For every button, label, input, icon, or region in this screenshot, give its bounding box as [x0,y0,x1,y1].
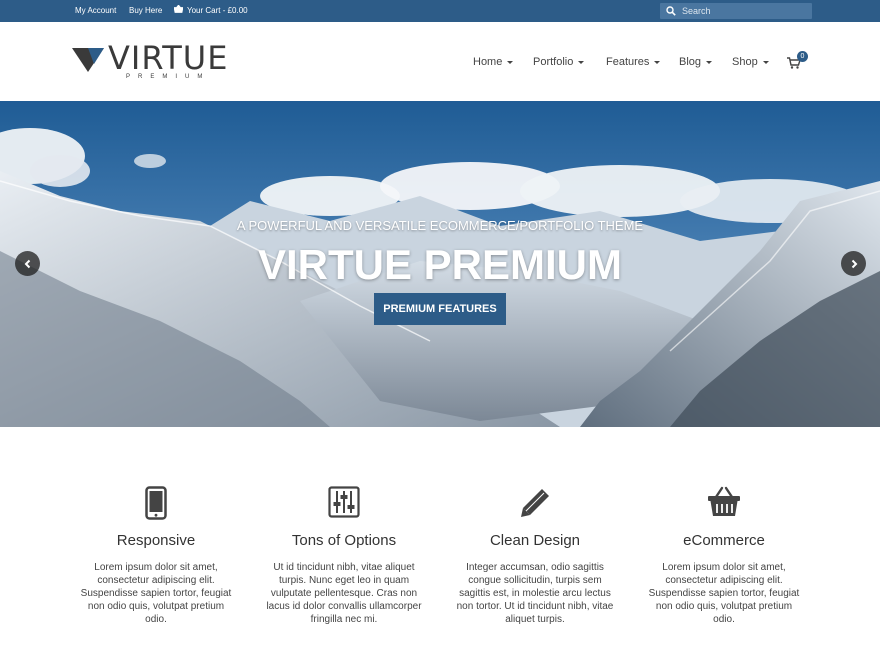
premium-features-button[interactable]: PREMIUM FEATURES [374,293,506,325]
feature-responsive: Responsive Lorem ipsum dolor sit amet, c… [76,486,236,626]
feature-title: Responsive [116,532,196,549]
nav-portfolio-label: Portfolio [533,56,574,68]
slider-next-button[interactable] [841,251,866,276]
feature-ecommerce: eCommerce Lorem ipsum dolor sit amet, co… [644,486,804,626]
caret-down-icon [654,61,661,64]
nav-portfolio[interactable]: Portfolio [533,55,585,69]
buy-here-link[interactable]: Buy Here [129,5,162,17]
nav-shop[interactable]: Shop [732,55,769,69]
chevron-left-icon [24,259,30,268]
site-logo[interactable]: VIRTUE PREMIUM [72,40,244,84]
slider-prev-button[interactable] [15,251,40,276]
nav-blog[interactable]: Blog [679,55,713,69]
nav-shop-label: Shop [732,56,758,68]
search-icon[interactable] [660,3,682,19]
chevron-right-icon [851,259,857,268]
nav-blog-label: Blog [679,56,702,68]
feature-title: Tons of Options [291,532,397,549]
feature-text: Ut id tincidunt nibh, vitae aliquet turp… [266,562,422,625]
feature-text: Lorem ipsum dolor sit amet, consectetur … [648,562,800,625]
shopping-basket-icon [644,486,804,522]
pencil-icon [455,486,615,522]
hero-slider: A POWERFUL AND VERSATILE ECOMMERCE/PORTF… [0,101,880,427]
feature-title: eCommerce [683,532,765,549]
search-input[interactable] [682,4,802,18]
feature-text: Lorem ipsum dolor sit amet, consectetur … [80,562,232,625]
mobile-phone-icon [76,486,236,522]
logo-mark-icon [72,48,104,72]
nav-features[interactable]: Features [606,55,661,69]
my-account-link[interactable]: My Account [75,5,116,17]
hero-tagline: A POWERFUL AND VERSATILE ECOMMERCE/PORTF… [236,218,644,233]
logo-wordmark: VIRTUE [108,39,229,77]
caret-down-icon [762,61,769,64]
feature-options: Tons of Options Ut id tincidunt nibh, vi… [264,486,424,626]
search-box [660,3,812,19]
site-header: VIRTUE PREMIUM Home Portfolio Features B… [0,22,880,101]
basket-icon [173,4,184,17]
nav-home-label: Home [473,56,503,68]
caret-down-icon [706,61,713,64]
feature-text: Integer accumsan, odio sagittis congue s… [456,562,614,625]
caret-down-icon [578,61,585,64]
nav-home[interactable]: Home [473,55,514,69]
cart-count-badge: 0 [797,51,808,62]
top-bar: My Account Buy Here Your Cart - £0.00 [0,0,880,22]
feature-clean-design: Clean Design Integer accumsan, odio sagi… [455,486,615,626]
hero-title: VIRTUE PREMIUM [257,241,622,288]
sliders-icon [264,486,424,522]
top-cart-link[interactable]: Your Cart - £0.00 [173,4,248,17]
nav-cart-button[interactable]: 0 [787,51,809,73]
feature-title: Clean Design [489,532,581,549]
caret-down-icon [507,61,514,64]
top-cart-label: Your Cart - £0.00 [187,6,248,15]
nav-features-label: Features [606,56,650,68]
logo-subtitle: PREMIUM [126,74,211,80]
